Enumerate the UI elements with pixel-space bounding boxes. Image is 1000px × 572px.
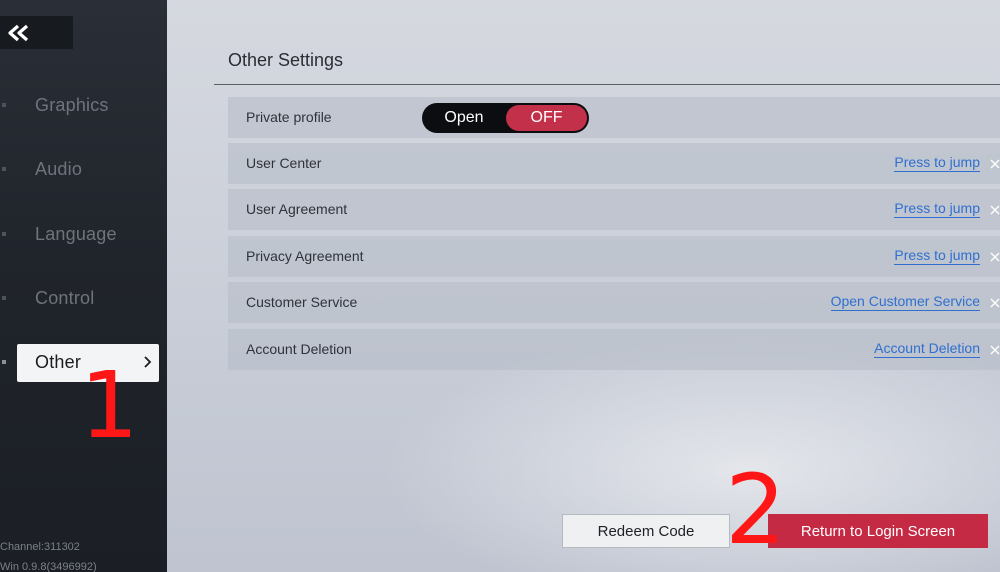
row-label: User Agreement [246,201,348,217]
row-label: User Center [246,155,322,171]
nav-marker [2,360,6,364]
channel-text: Channel:311302 [0,541,80,553]
user-center-row[interactable]: User Center Press to jump [228,143,1000,184]
sidebar-item-label: Audio [35,158,83,179]
nav-marker [2,167,6,171]
sidebar-item-control[interactable]: Control [0,278,167,318]
close-x-icon[interactable] [990,297,1000,309]
account-deletion-link[interactable]: Account Deletion [874,340,980,358]
sidebar-item-audio[interactable]: Audio [0,149,167,189]
nav-marker [2,296,6,300]
version-text: Win 0.9.8(3496992) [0,561,97,572]
private-profile-row: Private profile Open OFF [228,97,1000,138]
close-x-icon[interactable] [990,251,1000,263]
nav-marker [2,232,6,236]
sidebar-item-label: Other [35,351,82,372]
customer-service-row[interactable]: Customer Service Open Customer Service [228,282,1000,323]
row-label: Account Deletion [246,341,352,357]
sidebar-item-label: Graphics [35,94,109,115]
close-x-icon[interactable] [990,158,1000,170]
annotation-number-2: 2 [725,454,787,566]
toggle-option-off[interactable]: OFF [506,105,587,131]
annotation-number-1: 1 [80,352,139,459]
row-label: Customer Service [246,294,358,310]
section-divider [214,84,1000,85]
sidebar-item-label: Language [35,223,117,244]
sidebar-item-language[interactable]: Language [0,214,167,254]
customer-service-link[interactable]: Open Customer Service [830,293,980,311]
sidebar-item-label: Control [35,287,95,308]
row-label: Privacy Agreement [246,248,364,264]
toggle-option-open[interactable]: Open [422,103,506,133]
account-deletion-row[interactable]: Account Deletion Account Deletion [228,329,1000,370]
chevron-right-icon [144,356,152,368]
sidebar: Graphics Audio Language Control Other Ch… [0,0,167,572]
redeem-code-button[interactable]: Redeem Code [562,514,730,548]
settings-panel: Other Settings Private profile Open OFF … [167,0,1000,572]
private-profile-toggle[interactable]: Open OFF [422,103,589,133]
user-center-link[interactable]: Press to jump [894,154,980,172]
user-agreement-row[interactable]: User Agreement Press to jump [228,189,1000,230]
privacy-agreement-row[interactable]: Privacy Agreement Press to jump [228,236,1000,277]
sidebar-item-graphics[interactable]: Graphics [0,85,167,125]
close-x-icon[interactable] [990,204,1000,216]
privacy-agreement-link[interactable]: Press to jump [894,247,980,265]
section-title: Other Settings [228,50,344,70]
user-agreement-link[interactable]: Press to jump [894,200,980,218]
private-profile-label: Private profile [246,109,332,125]
close-x-icon[interactable] [990,344,1000,356]
return-to-login-button[interactable]: Return to Login Screen [768,514,988,548]
nav-marker [2,103,6,107]
